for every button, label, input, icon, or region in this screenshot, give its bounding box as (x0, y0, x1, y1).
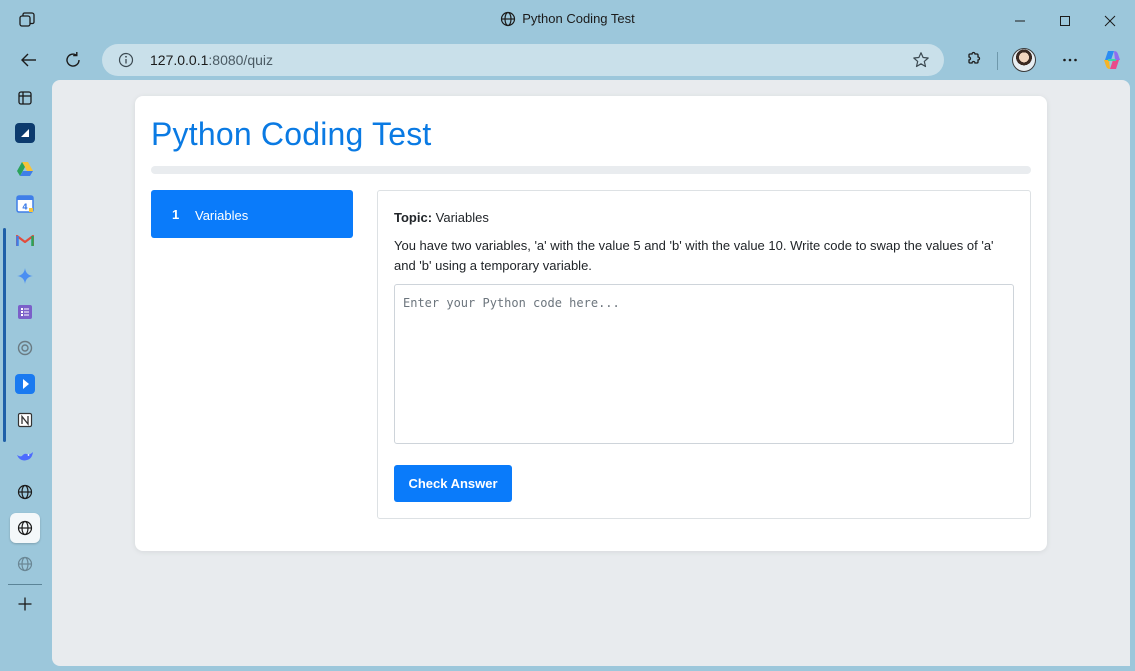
address-bar[interactable]: 127.0.0.1:8080/quiz (102, 44, 944, 76)
topic-value: Variables (435, 210, 489, 225)
gmail-icon (16, 234, 34, 246)
avatar[interactable] (1012, 48, 1036, 72)
svg-text:4: 4 (22, 203, 28, 212)
url-path: :8080/quiz (208, 52, 273, 68)
tab-actions-button[interactable] (10, 83, 40, 113)
refresh-button[interactable] (57, 44, 89, 76)
page-viewport: Python Coding Test 1 Variables Topic: Va… (52, 80, 1130, 666)
progress-bar (151, 166, 1031, 174)
copilot-button[interactable] (1096, 44, 1128, 76)
media-player-icon (15, 374, 35, 394)
sidebar-app-drive[interactable] (10, 154, 40, 184)
more-button[interactable] (1054, 44, 1086, 76)
sidebar-group-indicator (3, 228, 6, 442)
question-nav-label: Variables (195, 208, 249, 223)
drive-icon (17, 162, 33, 176)
globe-icon (17, 520, 33, 536)
browser-toolbar: 127.0.0.1:8080/quiz (0, 40, 1135, 80)
quiz-card: Python Coding Test 1 Variables Topic: Va… (135, 96, 1047, 551)
deepseek-icon (17, 452, 33, 461)
back-icon (21, 53, 36, 67)
close-button[interactable] (1087, 6, 1133, 36)
question-text: You have two variables, 'a' with the val… (394, 238, 994, 273)
sidebar-tab-globe-active[interactable] (10, 513, 40, 543)
sidebar-app-player[interactable] (10, 369, 40, 399)
url-host: 127.0.0.1 (150, 52, 209, 68)
add-icon (18, 597, 32, 611)
code-input[interactable] (394, 284, 1014, 444)
question-nav-item-1[interactable]: 1 Variables (151, 190, 353, 238)
globe-icon (17, 484, 33, 500)
extensions-button[interactable] (957, 44, 989, 76)
window-title-text: Python Coding Test (522, 11, 635, 26)
minimize-icon (1015, 20, 1025, 22)
chatgpt-icon (17, 340, 33, 356)
sidebar-app-gmail[interactable] (10, 225, 40, 255)
toolbar-divider (997, 52, 998, 70)
minimize-button[interactable] (997, 6, 1043, 36)
forms-icon (18, 305, 32, 319)
tab-actions-icon (18, 91, 32, 105)
sidebar-add-button[interactable] (10, 589, 40, 619)
sidebar-app-gemini[interactable] (10, 261, 40, 291)
sidebar-tab-globe-1[interactable] (10, 477, 40, 507)
check-answer-button[interactable]: Check Answer (394, 465, 512, 502)
sidebar-app-calendar[interactable]: 4 (10, 189, 40, 219)
sidebar-app-1[interactable] (10, 118, 40, 148)
more-icon (1063, 58, 1077, 62)
refresh-icon (66, 52, 80, 67)
url-text[interactable]: 127.0.0.1:8080/quiz (150, 52, 273, 68)
sidebar-app-deepseek[interactable] (10, 441, 40, 471)
calendar-icon: 4 (16, 195, 34, 213)
topic-label: Topic: (394, 210, 433, 225)
sidebar-app-chatgpt[interactable] (10, 333, 40, 363)
maximize-icon (1060, 16, 1070, 26)
sidebar-tab-globe-3[interactable] (10, 549, 40, 579)
question-number: 1 (172, 207, 180, 222)
title-bar: Python Coding Test (0, 0, 1135, 40)
gemini-icon (17, 268, 33, 284)
page-title: Python Coding Test (151, 116, 432, 152)
sidebar-app-forms[interactable] (10, 297, 40, 327)
question-panel: Topic: Variables You have two variables,… (377, 190, 1031, 519)
copilot-icon (1104, 51, 1120, 69)
close-icon (1104, 15, 1116, 27)
window-title: Python Coding Test (0, 11, 1135, 27)
sidebar-divider (8, 584, 42, 585)
sidebar-app-notion[interactable] (10, 405, 40, 435)
browser-sidebar: 4 (0, 80, 50, 671)
favorite-star-icon[interactable] (912, 51, 930, 74)
topic-line: Topic: Variables (394, 210, 489, 225)
maximize-button[interactable] (1042, 6, 1088, 36)
globe-icon (17, 556, 33, 572)
extensions-icon (968, 51, 981, 64)
globe-icon (501, 11, 516, 27)
sidebar-app-icon (15, 123, 35, 143)
notion-icon (17, 412, 33, 428)
info-icon[interactable] (118, 52, 134, 73)
back-button[interactable] (13, 44, 45, 76)
